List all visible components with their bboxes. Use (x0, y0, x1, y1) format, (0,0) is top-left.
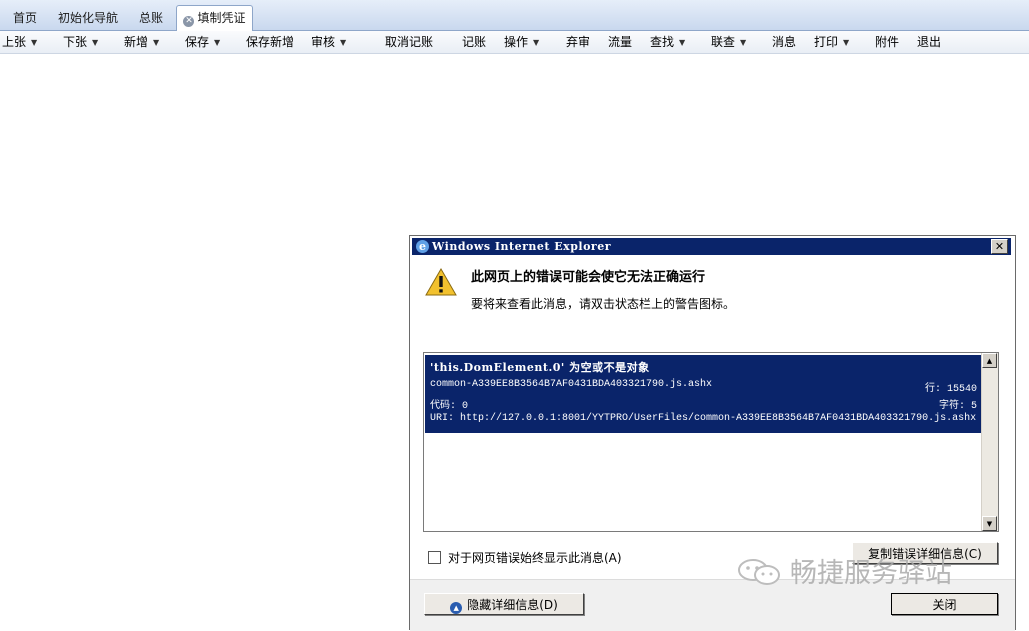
toolbar-label: 打印 (814, 35, 839, 49)
cancel-posting-button[interactable]: 取消记账 (385, 34, 433, 50)
chevron-down-icon: ▼ (92, 38, 99, 47)
hide-details-button[interactable]: ▲ 隐藏详细信息(D) (424, 593, 584, 615)
chevron-down-icon: ▼ (340, 38, 347, 47)
always-show-checkbox[interactable] (428, 551, 441, 564)
tab-home[interactable]: 首页 (8, 8, 42, 28)
scroll-up-icon[interactable]: ▲ (982, 353, 997, 368)
always-show-label: 对于网页错误始终显示此消息(A) (448, 551, 622, 565)
error-char: 字符: 5 (938, 401, 977, 412)
dialog-title: Windows Internet Explorer (432, 240, 612, 253)
chevron-down-icon: ▼ (31, 38, 38, 47)
chevron-down-icon: ▼ (153, 38, 160, 47)
error-file: common-A339EE8B3564B7AF0431BDA403321790.… (430, 379, 713, 390)
chevron-down-icon: ▼ (679, 38, 686, 47)
collapse-up-icon: ▲ (450, 602, 463, 614)
toolbar-label: 操作 (504, 35, 529, 49)
error-uri: URI: http://127.0.0.1:8001/YYTPRO/UserFi… (430, 413, 977, 424)
chevron-down-icon: ▼ (843, 38, 850, 47)
error-details-box[interactable]: 'this.DomElement.0' 为空或不是对象 common-A339E… (423, 352, 999, 532)
watermark: 畅捷服务驿站 (736, 555, 952, 593)
toolbar-label: 记账 (462, 35, 487, 49)
toolbar-label: 保存新增 (246, 35, 295, 49)
toolbar-label: 取消记账 (385, 35, 434, 49)
wechat-icon (738, 559, 780, 585)
exit-button[interactable]: 退出 (917, 34, 941, 50)
toolbar-label: 流量 (608, 35, 633, 49)
new-button[interactable]: 新增 ▼ (124, 34, 159, 50)
hide-details-label: 隐藏详细信息(D) (467, 598, 558, 612)
chevron-down-icon: ▼ (214, 38, 221, 47)
print-button[interactable]: 打印 ▼ (814, 34, 849, 50)
find-button[interactable]: 查找 ▼ (650, 34, 685, 50)
dialog-titlebar[interactable]: e Windows Internet Explorer ✕ (412, 238, 1011, 255)
tab-label: 填制凭证 (197, 11, 246, 25)
error-code: 代码: 0 (430, 401, 469, 412)
tab-label: 首页 (12, 11, 37, 25)
chevron-down-icon: ▼ (533, 38, 540, 47)
tab-bar: 首页 初始化导航 总账 ✕ 填制凭证 (0, 0, 1029, 31)
toolbar-label: 退出 (917, 35, 942, 49)
flow-button[interactable]: 流量 (608, 34, 632, 50)
toolbar-label: 保存 (185, 35, 210, 49)
tab-label: 初始化导航 (57, 11, 118, 25)
details-scrollbar[interactable]: ▲ ▼ (981, 353, 998, 531)
post-button[interactable]: 记账 (462, 34, 486, 50)
save-new-button[interactable]: 保存新增 (246, 34, 294, 50)
tab-ledger[interactable]: 总账 (134, 8, 168, 28)
tab-close-icon[interactable]: ✕ (183, 16, 195, 27)
error-line: 行: 15540 (924, 384, 977, 395)
error-subtext: 要将来查看此消息，请双击状态栏上的警告图标。 (471, 297, 736, 311)
toolbar-label: 附件 (875, 35, 900, 49)
unaudit-button[interactable]: 弃审 (566, 34, 590, 50)
always-show-row[interactable]: 对于网页错误始终显示此消息(A) (428, 549, 622, 566)
toolbar-label: 消息 (772, 35, 797, 49)
warning-triangle-icon (425, 267, 457, 296)
save-button[interactable]: 保存 ▼ (185, 34, 220, 50)
error-message: 'this.DomElement.0' 为空或不是对象 (430, 361, 650, 374)
toolbar-label: 新增 (124, 35, 149, 49)
attachment-button[interactable]: 附件 (875, 34, 899, 50)
audit-button[interactable]: 审核 ▼ (311, 34, 346, 50)
message-button[interactable]: 消息 (772, 34, 796, 50)
prev-button[interactable]: 上张 ▼ (2, 34, 37, 50)
linked-query-button[interactable]: 联查 ▼ (711, 34, 746, 50)
toolbar-label: 弃审 (566, 35, 591, 49)
toolbar-label: 查找 (650, 35, 675, 49)
error-details-selection: 'this.DomElement.0' 为空或不是对象 common-A339E… (425, 355, 982, 433)
close-button[interactable]: 关闭 (891, 593, 998, 615)
scroll-down-icon[interactable]: ▼ (982, 516, 997, 531)
toolbar-label: 上张 (2, 35, 27, 49)
error-heading: 此网页上的错误可能会使它无法正确运行 (471, 270, 706, 285)
next-button[interactable]: 下张 ▼ (63, 34, 98, 50)
watermark-text: 畅捷服务驿站 (790, 558, 952, 589)
close-icon[interactable]: ✕ (991, 239, 1008, 254)
toolbar-label: 下张 (63, 35, 88, 49)
toolbar: 上张 ▼ 下张 ▼ 新增 ▼ 保存 ▼ 保存新增 审核 ▼ 取消记账 记账 操作 ▼ 弃审 … (0, 31, 1029, 54)
tab-voucher-entry[interactable]: ✕ 填制凭证 (176, 5, 253, 31)
toolbar-label: 审核 (311, 35, 336, 49)
operation-button[interactable]: 操作 ▼ (504, 34, 539, 50)
tab-init-nav[interactable]: 初始化导航 (54, 8, 122, 28)
ie-logo-icon: e (416, 240, 429, 253)
tab-label: 总账 (138, 11, 163, 25)
toolbar-label: 联查 (711, 35, 736, 49)
chevron-down-icon: ▼ (740, 38, 747, 47)
